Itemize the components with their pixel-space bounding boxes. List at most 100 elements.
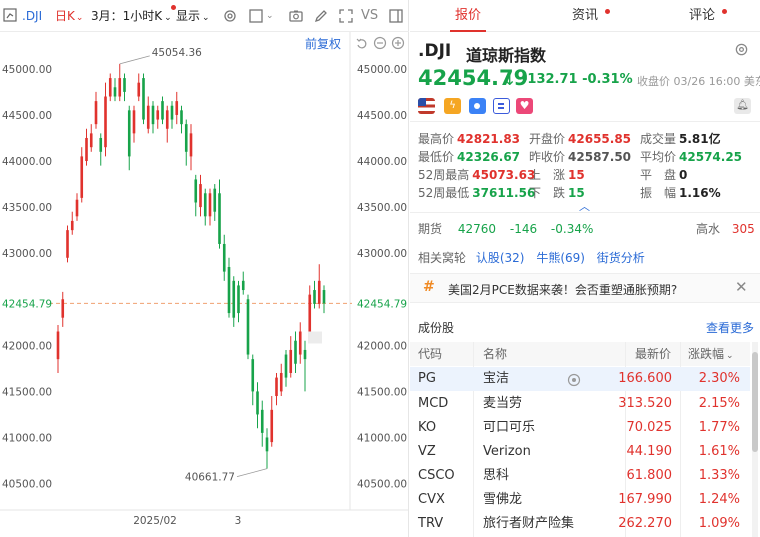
futures-premium-label: 高水 [696, 222, 721, 236]
candle-body [94, 101, 98, 125]
news-notice-bar[interactable]: # 美国2月PCE数据来袭！会否重塑通胀预期? ✕ [410, 273, 760, 303]
street-analysis-link[interactable]: 街货分析 [597, 251, 645, 265]
eye-icon[interactable] [567, 372, 581, 387]
y-tick-label-left: 43500.00 [2, 202, 52, 214]
stat-volume-value: 5.81亿 [679, 132, 721, 146]
lightning-icon[interactable]: ϟ [444, 98, 461, 114]
candle-body [189, 133, 193, 157]
candle-body [208, 193, 212, 217]
y-tick-label-right: 41000.00 [357, 432, 407, 444]
table-row[interactable]: PG 宝洁 166.600 2.30% [410, 367, 750, 391]
hover-marker [308, 331, 322, 344]
tab-news[interactable]: 资讯 [527, 0, 643, 32]
table-scrollbar[interactable] [752, 342, 758, 537]
candle-body [146, 105, 150, 129]
related-warrants-label: 相关窝轮 [418, 251, 467, 265]
row-change-pct: 1.33% [698, 468, 740, 483]
stat-52wk-low-value: 37611.56 [472, 186, 536, 200]
stat-high-label: 最高价 [418, 132, 455, 146]
candle-body [284, 354, 288, 378]
tab-quote[interactable]: 报价 [410, 0, 526, 32]
header-code[interactable]: 代码 [418, 342, 443, 366]
gear-icon[interactable] [222, 8, 238, 24]
table-row[interactable]: MCD 麦当劳 313.520 2.15% [410, 392, 750, 416]
x-tick-label: 2025/02 [133, 515, 177, 527]
layout-icon[interactable] [248, 8, 264, 24]
tag-icon[interactable] [469, 98, 486, 114]
row-code: CVX [418, 492, 445, 507]
row-change-pct: 1.61% [698, 444, 740, 459]
candle-body [213, 188, 217, 212]
symbol-label[interactable]: .DJI [22, 7, 42, 25]
stat-up-value: 15 [568, 168, 585, 182]
document-icon[interactable] [493, 98, 510, 114]
candle-body [108, 78, 112, 97]
candle-body [203, 193, 207, 217]
chevron-down-icon[interactable]: ⌄ [266, 7, 274, 25]
bull-bear-link[interactable]: 牛熊(69) [536, 251, 585, 265]
table-row[interactable]: VZ Verizon 44.190 1.61% [410, 440, 750, 464]
y-tick-label-left: 44000.00 [2, 156, 52, 168]
quote-pane: 报价 资讯 评论 .DJI 道琼斯指数 42454.79 ↓ -132.71 -… [410, 0, 760, 537]
header-price[interactable]: 最新价 [635, 342, 672, 366]
row-code: VZ [418, 444, 436, 459]
constituents-header: 成份股 查看更多 [410, 312, 760, 340]
candle-body [294, 340, 297, 364]
row-change-pct: 1.24% [698, 492, 740, 507]
candle-body [308, 294, 312, 332]
chevron-down-icon: ⌄ [75, 13, 84, 23]
sidebar-toggle-icon[interactable] [388, 8, 404, 24]
camera-icon[interactable] [288, 8, 304, 24]
stat-52wk-low-label: 52周最低 [418, 186, 470, 200]
candle-body [303, 349, 307, 360]
candle-body [170, 105, 174, 120]
futures-row[interactable]: 期货 42760 -146 -0.34% [418, 220, 593, 237]
stat-prev-close: 昨收价 42587.50 [529, 148, 631, 165]
compare-vs-button[interactable]: VS [361, 7, 378, 25]
row-name: 麦当劳 [483, 396, 523, 411]
y-tick-label-left: 45000.00 [2, 64, 52, 76]
tab-news-label: 资讯 [571, 8, 598, 23]
heart-icon[interactable]: ♥ [516, 98, 533, 114]
candle-body [237, 285, 240, 314]
table-row[interactable]: CVX 雪佛龙 167.990 1.24% [410, 488, 750, 512]
table-row[interactable]: TRV 旅行者财产险集 262.270 1.09% [410, 512, 750, 536]
period-selector[interactable]: 日K⌄ [55, 7, 83, 25]
header-change-pct[interactable]: 涨跌幅 ⌄ [688, 342, 734, 366]
futures-premium: 高水 305 [696, 220, 755, 237]
range-selector[interactable]: 3月：1小时K ⌄ [91, 7, 172, 25]
stat-52wk-high-label: 52周最高 [418, 168, 470, 182]
pencil-icon[interactable] [313, 8, 329, 24]
see-more-link[interactable]: 查看更多 [706, 319, 754, 336]
stat-52wk-high-value: 45073.63 [472, 168, 536, 182]
current-price-label-right: 42454.79 [357, 298, 407, 310]
display-selector[interactable]: 显示 ⌄ [176, 7, 210, 25]
table-row[interactable]: CSCO 思科 61.800 1.33% [410, 464, 750, 488]
chart-menu-icon[interactable] [3, 7, 17, 25]
candlestick-chart[interactable]: 45000.00 45000.00 44500.00 44500.00 44000.00… [0, 32, 408, 537]
candle-body [127, 110, 131, 157]
notice-text[interactable]: 美国2月PCE数据来袭！会否重塑通胀预期? [448, 281, 677, 298]
row-name: 雪佛龙 [483, 492, 523, 507]
bell-icon[interactable]: 🔔︎ [734, 98, 751, 114]
row-price: 44.190 [626, 444, 673, 459]
stat-up: 上 涨 15 [529, 166, 585, 183]
candle-body [279, 372, 283, 392]
display-label: 显示 [176, 9, 201, 23]
warrants-link[interactable]: 认股(32) [476, 251, 525, 265]
candle-body [313, 290, 316, 304]
candle-body [298, 331, 302, 355]
gear-icon[interactable] [734, 42, 749, 57]
period-label: 日K [55, 9, 75, 23]
candle-body [104, 96, 107, 148]
row-code: PG [418, 371, 436, 386]
close-icon[interactable]: ✕ [735, 278, 748, 296]
candle-body [222, 243, 226, 272]
fullscreen-icon[interactable] [338, 8, 354, 24]
candle-body [270, 409, 274, 443]
candle-body [241, 280, 245, 291]
tab-comments[interactable]: 评论 [644, 0, 760, 32]
table-row[interactable]: KO 可口可乐 70.025 1.77% [410, 416, 750, 440]
header-name[interactable]: 名称 [483, 342, 508, 366]
scrollbar-thumb[interactable] [752, 352, 758, 452]
